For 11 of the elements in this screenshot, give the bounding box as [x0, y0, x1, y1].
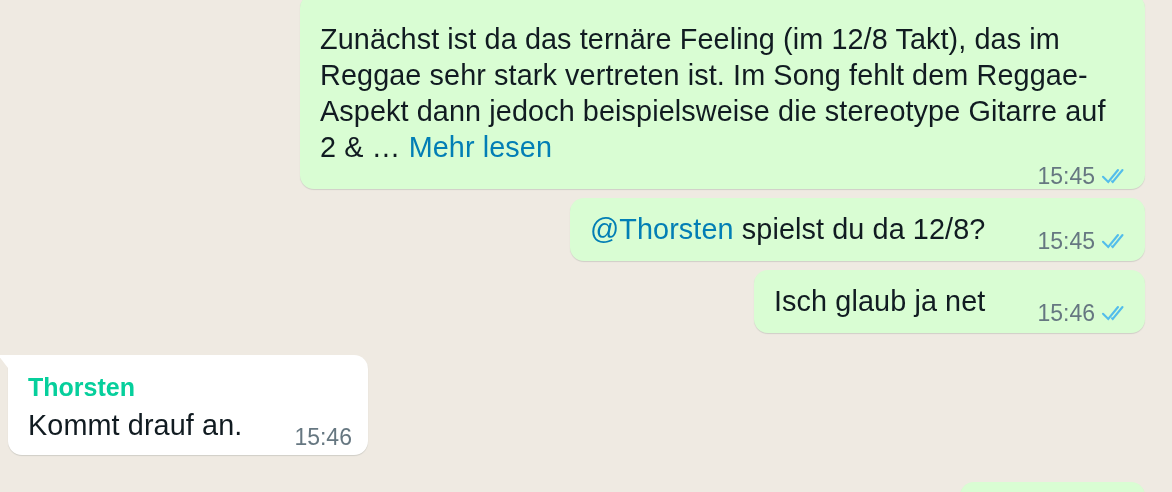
message-time: 15:46 [1037, 299, 1095, 327]
message-text: Kommt drauf an. [28, 408, 243, 443]
message-text: Zunächst ist da das ternäre Feeling (im 12/8 Takt), das im Reggae sehr stark vertreten ist. Im Song fehlt dem Reggae-Aspekt dann jedoch beispielsweise die stereotype Gitarre auf 2 & … Mehr lesen [320, 22, 1107, 165]
mention-link[interactable]: @Thorsten [589, 213, 734, 245]
message-time: 15:45 [1037, 162, 1095, 190]
message-time: 15:45 [1037, 227, 1095, 255]
message-time: 15:46 [294, 423, 352, 451]
message-text: @Thorsten spielst du da 12/8? [589, 212, 986, 247]
message-text: Isch glaub ja net [774, 284, 986, 319]
sender-name: Thorsten [28, 372, 136, 403]
read-more-link[interactable]: Mehr lesen [408, 131, 553, 163]
